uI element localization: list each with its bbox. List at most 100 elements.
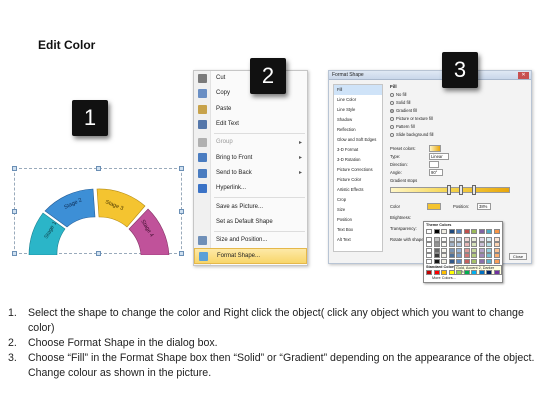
color-swatch[interactable] xyxy=(478,247,485,253)
category-item[interactable]: Glow and Soft Edges xyxy=(334,135,382,145)
menu-item[interactable]: Paste xyxy=(194,102,307,117)
color-swatch[interactable] xyxy=(486,229,492,234)
category-item[interactable]: Picture Color xyxy=(334,175,382,185)
standard-color-swatch[interactable] xyxy=(441,270,447,275)
color-swatch[interactable] xyxy=(493,247,500,253)
fill-option-radio[interactable]: Gradient fill xyxy=(390,108,417,113)
color-swatch[interactable] xyxy=(456,242,462,247)
color-swatch[interactable] xyxy=(471,253,477,258)
menu-item[interactable]: Hyperlink... xyxy=(194,181,307,196)
category-item[interactable]: Size xyxy=(334,205,382,215)
color-swatch[interactable] xyxy=(441,253,447,258)
color-swatch[interactable] xyxy=(486,247,492,253)
color-swatch[interactable] xyxy=(463,247,470,253)
color-swatch[interactable] xyxy=(471,229,477,234)
gradient-stop-handle[interactable] xyxy=(459,185,463,195)
color-swatch[interactable] xyxy=(433,236,440,242)
color-swatch[interactable] xyxy=(426,229,432,234)
menu-item[interactable]: Save as Picture... xyxy=(194,199,307,214)
color-swatch[interactable] xyxy=(433,242,440,247)
color-swatch[interactable] xyxy=(448,253,455,258)
angle-input[interactable]: 90° xyxy=(429,169,443,176)
color-picker-button[interactable] xyxy=(427,203,441,210)
color-swatch[interactable] xyxy=(493,253,500,258)
color-swatch[interactable] xyxy=(463,236,470,242)
standard-color-swatch[interactable] xyxy=(486,270,492,275)
color-swatch[interactable] xyxy=(493,229,500,234)
color-swatch[interactable] xyxy=(426,258,432,264)
category-item[interactable]: Fill xyxy=(334,85,382,95)
color-swatch[interactable] xyxy=(478,229,485,234)
color-swatch[interactable] xyxy=(426,236,432,242)
fill-option-radio[interactable]: Slide background fill xyxy=(390,132,433,137)
gradient-stop-handle[interactable] xyxy=(447,185,451,195)
menu-item[interactable]: Size and Position... xyxy=(194,233,307,248)
category-item[interactable]: Artistic Effects xyxy=(334,185,382,195)
category-item[interactable]: Picture Corrections xyxy=(334,165,382,175)
color-swatch[interactable] xyxy=(486,253,492,258)
color-swatch[interactable] xyxy=(433,247,440,253)
color-swatch[interactable] xyxy=(478,258,485,264)
color-swatch[interactable] xyxy=(441,242,447,247)
arc-shape-selection[interactable]: Stage 1 Stage 2 Stage 3 Stage 4 xyxy=(12,166,184,256)
color-swatch[interactable] xyxy=(471,258,477,264)
standard-color-swatch[interactable] xyxy=(478,270,485,275)
color-swatch[interactable] xyxy=(456,229,462,234)
category-item[interactable]: 3-D Format xyxy=(334,145,382,155)
menu-item[interactable]: Bring to Front ▸ xyxy=(194,150,307,165)
preset-colors-dropdown[interactable] xyxy=(429,145,441,152)
standard-color-swatch[interactable] xyxy=(471,270,477,275)
standard-color-swatch[interactable] xyxy=(463,270,470,275)
category-item[interactable]: Alt Text xyxy=(334,235,382,245)
color-swatch[interactable] xyxy=(486,242,492,247)
menu-item[interactable]: Edit Text xyxy=(194,117,307,132)
menu-item[interactable]: Group ▸ xyxy=(194,135,307,150)
standard-color-swatch[interactable] xyxy=(493,270,500,275)
close-icon[interactable]: ✕ xyxy=(518,72,529,79)
color-swatch[interactable] xyxy=(448,229,455,234)
color-swatch[interactable] xyxy=(493,236,500,242)
color-swatch[interactable] xyxy=(471,242,477,247)
direction-dropdown[interactable] xyxy=(429,161,439,168)
position-input[interactable]: 38% xyxy=(477,203,491,210)
color-swatch[interactable] xyxy=(441,258,447,264)
color-swatch[interactable] xyxy=(448,236,455,242)
color-swatch[interactable] xyxy=(426,242,432,247)
color-swatch[interactable] xyxy=(471,236,477,242)
category-item[interactable]: Line Color xyxy=(334,95,382,105)
category-item[interactable]: Reflection xyxy=(334,125,382,135)
color-swatch[interactable] xyxy=(463,258,470,264)
color-swatch[interactable] xyxy=(456,236,462,242)
more-colors-link[interactable]: More Colors... xyxy=(432,276,456,280)
type-dropdown[interactable]: Linear xyxy=(429,153,449,160)
category-item[interactable]: Text Box xyxy=(334,225,382,235)
menu-item[interactable]: Send to Back ▸ xyxy=(194,166,307,181)
color-swatch[interactable] xyxy=(448,242,455,247)
color-swatch[interactable] xyxy=(426,247,432,253)
color-swatch[interactable] xyxy=(448,247,455,253)
color-swatch[interactable] xyxy=(478,236,485,242)
fill-option-radio[interactable]: Solid fill xyxy=(390,100,410,105)
color-swatch[interactable] xyxy=(441,236,447,242)
menu-item[interactable]: Format Shape... xyxy=(194,248,307,264)
standard-color-swatch[interactable] xyxy=(456,270,462,275)
rotate-with-shape-checkbox[interactable]: Rotate with shape xyxy=(390,237,424,242)
standard-color-swatch[interactable] xyxy=(448,270,455,275)
close-button[interactable]: Close xyxy=(509,253,527,260)
color-swatch[interactable] xyxy=(463,253,470,258)
color-swatch[interactable] xyxy=(478,253,485,258)
fill-option-radio[interactable]: No fill xyxy=(390,92,406,97)
category-item[interactable]: Shadow xyxy=(334,115,382,125)
color-swatch[interactable] xyxy=(486,236,492,242)
color-swatch[interactable] xyxy=(486,258,492,264)
color-swatch[interactable] xyxy=(456,247,462,253)
color-swatch[interactable] xyxy=(426,253,432,258)
gradient-stop-handle[interactable] xyxy=(472,185,476,195)
color-swatch[interactable] xyxy=(433,253,440,258)
category-item[interactable]: Line Style xyxy=(334,105,382,115)
color-swatch[interactable] xyxy=(463,229,470,234)
color-swatch[interactable] xyxy=(448,258,455,264)
category-item[interactable]: Crop xyxy=(334,195,382,205)
menu-item[interactable]: Set as Default Shape xyxy=(194,215,307,230)
color-swatch[interactable] xyxy=(456,258,462,264)
